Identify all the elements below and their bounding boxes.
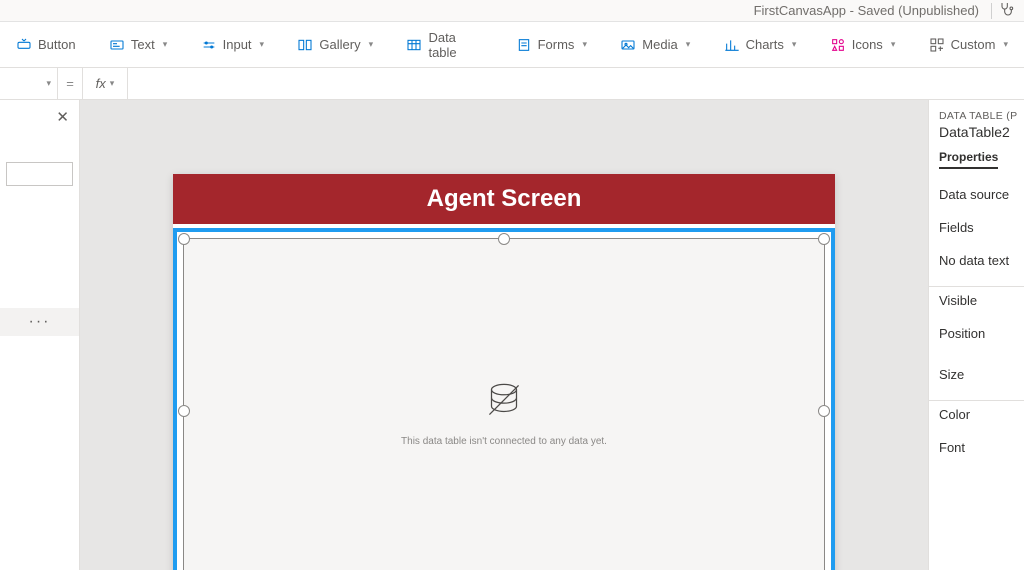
insert-ribbon: Button Text ▾ Input ▾ Gallery ▾ Data tab… <box>0 22 1024 68</box>
ribbon-button-button[interactable]: Button <box>8 33 84 57</box>
gallery-icon <box>297 37 313 53</box>
equals-label: = <box>58 68 82 99</box>
prop-font[interactable]: Font <box>939 440 1024 455</box>
custom-icon <box>929 37 945 53</box>
control-type-label: DATA TABLE (P <box>939 110 1024 122</box>
forms-icon <box>516 37 532 53</box>
main-area: ✕ ··· Agent Screen This data table isn't… <box>0 100 1024 570</box>
prop-no-data-text[interactable]: No data text <box>939 253 1024 268</box>
prop-size[interactable]: Size <box>939 367 1024 382</box>
prop-fields[interactable]: Fields <box>939 220 1024 235</box>
app-title: FirstCanvasApp - Saved (Unpublished) <box>754 3 979 18</box>
chevron-down-icon: ▾ <box>582 39 587 50</box>
app-checker-icon[interactable] <box>998 1 1014 20</box>
screen-header-label: Agent Screen <box>173 174 835 224</box>
titlebar-divider <box>991 3 992 19</box>
ribbon-charts-label: Charts <box>746 37 784 52</box>
chevron-down-icon: ▾ <box>260 39 265 50</box>
selection-handle[interactable] <box>498 233 510 245</box>
ribbon-input-label: Input <box>223 37 252 52</box>
ribbon-custom-button[interactable]: Custom ▾ <box>921 33 1016 57</box>
chevron-down-icon: ▾ <box>163 39 168 50</box>
close-panel-button[interactable]: ✕ <box>56 108 69 126</box>
properties-divider <box>929 286 1024 287</box>
data-table-empty-message: This data table isn't connected to any d… <box>401 436 607 447</box>
window-titlebar: FirstCanvasApp - Saved (Unpublished) <box>0 0 1024 22</box>
ribbon-button-label: Button <box>38 37 76 52</box>
tree-view-panel: ✕ ··· <box>0 100 80 570</box>
chevron-down-icon: ▾ <box>110 78 115 89</box>
media-icon <box>620 37 636 53</box>
control-name-label: DataTable2 <box>939 124 1024 140</box>
chevron-down-icon: ▾ <box>1003 39 1008 50</box>
ribbon-forms-label: Forms <box>538 37 575 52</box>
data-table-control[interactable]: This data table isn't connected to any d… <box>183 238 825 570</box>
tree-search-input[interactable] <box>6 162 73 186</box>
fx-label: fx <box>96 76 106 91</box>
selection-handle[interactable] <box>818 405 830 417</box>
screen-preview[interactable]: Agent Screen This data table isn't conne… <box>173 174 835 570</box>
tree-item-overflow[interactable]: ··· <box>0 308 79 336</box>
text-icon <box>109 37 125 53</box>
chevron-down-icon: ▾ <box>46 78 51 89</box>
formula-input[interactable] <box>128 68 1024 99</box>
charts-icon <box>724 37 740 53</box>
properties-panel: DATA TABLE (P DataTable2 Properties Data… <box>928 100 1024 570</box>
data-table-icon <box>406 37 422 53</box>
ribbon-text-label: Text <box>131 37 155 52</box>
chevron-down-icon: ▾ <box>686 39 691 50</box>
property-selector[interactable]: ▾ <box>0 68 58 99</box>
chevron-down-icon: ▾ <box>792 39 797 50</box>
input-icon <box>201 37 217 53</box>
selection-handle[interactable] <box>178 405 190 417</box>
ribbon-custom-label: Custom <box>951 37 996 52</box>
ribbon-gallery-button[interactable]: Gallery ▾ <box>289 33 381 57</box>
chevron-down-icon: ▾ <box>891 39 896 50</box>
ribbon-datatable-label: Data table <box>428 30 482 60</box>
canvas[interactable]: Agent Screen This data table isn't conne… <box>80 100 928 570</box>
chevron-down-icon: ▾ <box>369 39 374 50</box>
tab-properties[interactable]: Properties <box>939 150 998 169</box>
database-empty-icon <box>479 375 529 430</box>
prop-data-source[interactable]: Data source <box>939 187 1024 202</box>
ribbon-datatable-button[interactable]: Data table <box>398 26 490 64</box>
selection-handle[interactable] <box>178 233 190 245</box>
ribbon-forms-button[interactable]: Forms ▾ <box>508 33 595 57</box>
button-icon <box>16 37 32 53</box>
ribbon-charts-button[interactable]: Charts ▾ <box>716 33 805 57</box>
icons-icon <box>830 37 846 53</box>
ribbon-text-button[interactable]: Text ▾ <box>101 33 175 57</box>
prop-position[interactable]: Position <box>939 326 1024 341</box>
ribbon-icons-button[interactable]: Icons ▾ <box>822 33 904 57</box>
formula-bar: ▾ = fx ▾ <box>0 68 1024 100</box>
ribbon-gallery-label: Gallery <box>319 37 360 52</box>
prop-visible[interactable]: Visible <box>939 293 1024 308</box>
ribbon-media-button[interactable]: Media ▾ <box>612 33 698 57</box>
fx-button[interactable]: fx ▾ <box>82 68 128 99</box>
prop-color[interactable]: Color <box>939 407 1024 422</box>
selection-handle[interactable] <box>818 233 830 245</box>
properties-divider <box>929 400 1024 401</box>
ribbon-input-button[interactable]: Input ▾ <box>193 33 272 57</box>
ribbon-media-label: Media <box>642 37 677 52</box>
ribbon-icons-label: Icons <box>852 37 883 52</box>
